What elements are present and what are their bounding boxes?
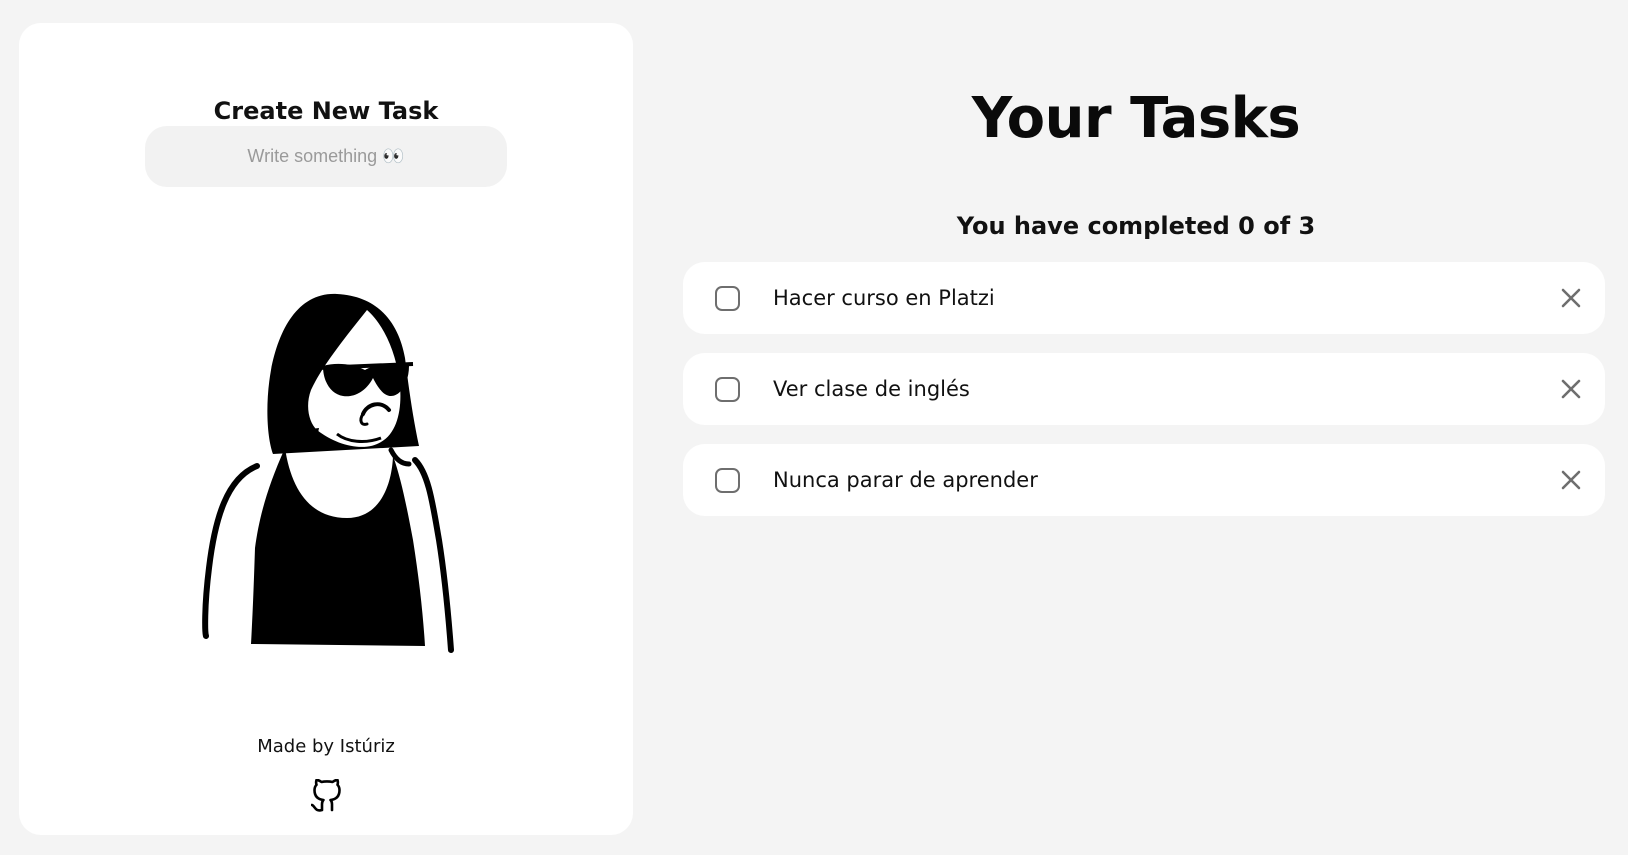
- task-text: Ver clase de inglés: [773, 377, 970, 401]
- completion-counter: You have completed 0 of 3: [956, 212, 1316, 240]
- task-text: Hacer curso en Platzi: [773, 286, 995, 310]
- woman-with-sunglasses-illustration: [187, 278, 477, 678]
- author-credit: Made by Istúriz: [257, 736, 395, 757]
- create-task-card: Create New Task Write something 👀 Made b…: [19, 23, 633, 835]
- task-text: Nunca parar de aprender: [773, 468, 1038, 492]
- delete-task-button[interactable]: [1555, 282, 1587, 314]
- task-checkbox[interactable]: [715, 468, 740, 493]
- create-task-title: Create New Task: [213, 97, 439, 125]
- task-item: Ver clase de inglés: [683, 353, 1605, 425]
- github-icon: [310, 778, 343, 817]
- close-icon: [1561, 379, 1581, 399]
- task-list: Hacer curso en Platzi Ver clase de inglé…: [683, 262, 1605, 535]
- github-link[interactable]: [308, 778, 346, 817]
- delete-task-button[interactable]: [1555, 464, 1587, 496]
- task-item: Nunca parar de aprender: [683, 444, 1605, 516]
- page-title: Your Tasks: [971, 86, 1301, 151]
- task-checkbox[interactable]: [715, 377, 740, 402]
- task-item: Hacer curso en Platzi: [683, 262, 1605, 334]
- close-icon: [1561, 470, 1581, 490]
- new-task-input[interactable]: [145, 126, 507, 187]
- todo-app: Create New Task Write something 👀 Made b…: [0, 0, 1628, 855]
- close-icon: [1561, 288, 1581, 308]
- delete-task-button[interactable]: [1555, 373, 1587, 405]
- task-checkbox[interactable]: [715, 286, 740, 311]
